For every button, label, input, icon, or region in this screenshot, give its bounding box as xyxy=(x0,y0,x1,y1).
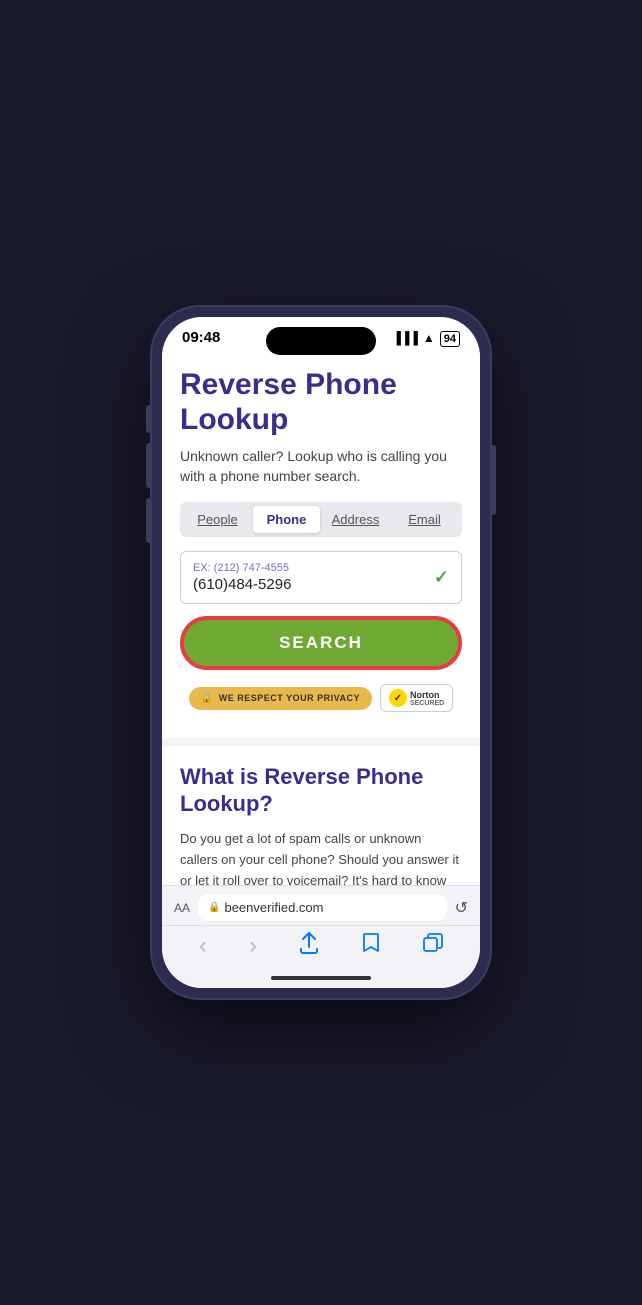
phone-input-value: (610)484-5296 xyxy=(193,576,449,593)
tab-people[interactable]: People xyxy=(184,506,251,533)
home-bar xyxy=(271,976,371,980)
dynamic-island xyxy=(266,327,376,355)
lock-icon: 🔒 xyxy=(201,693,214,704)
search-input-container[interactable]: EX: (212) 747-4555 (610)484-5296 ✓ xyxy=(180,551,462,604)
section-body: Do you get a lot of spam calls or unknow… xyxy=(180,829,462,885)
privacy-badge: 🔒 WE RESPECT YOUR PRIVACY xyxy=(189,687,372,710)
volume-up-button[interactable] xyxy=(146,443,150,488)
search-button[interactable]: SEARCH xyxy=(180,616,462,670)
tab-email[interactable]: Email xyxy=(391,506,458,533)
battery-icon: 94 xyxy=(440,331,460,345)
power-button[interactable] xyxy=(492,445,496,515)
nav-share-button[interactable] xyxy=(299,932,319,960)
status-icons: ▐▐▐ ▲ 94 xyxy=(392,331,460,345)
volume-down-button[interactable] xyxy=(146,498,150,543)
browser-reload-button[interactable]: ↺ xyxy=(455,898,468,918)
badges-row: 🔒 WE RESPECT YOUR PRIVACY ✓ Norton SECUR… xyxy=(180,684,462,718)
norton-badge: ✓ Norton SECURED xyxy=(380,684,453,712)
browser-aa-button[interactable]: AA xyxy=(174,901,190,915)
mute-button[interactable] xyxy=(146,405,150,433)
page-title: Reverse Phone Lookup xyxy=(180,368,462,437)
section-title: What is Reverse Phone Lookup? xyxy=(180,764,462,817)
nav-bookmarks-button[interactable] xyxy=(361,932,381,960)
input-valid-checkmark: ✓ xyxy=(434,567,449,588)
battery-level: 94 xyxy=(440,331,460,347)
nav-forward-button[interactable]: › xyxy=(249,932,257,960)
privacy-badge-label: WE RESPECT YOUR PRIVACY xyxy=(219,693,360,703)
nav-back-button[interactable]: ‹ xyxy=(199,932,207,960)
browser-lock-icon: 🔒 xyxy=(208,902,220,913)
signal-icon: ▐▐▐ xyxy=(392,331,418,345)
browser-url-container[interactable]: 🔒 beenverified.com xyxy=(198,894,447,921)
scroll-content[interactable]: Reverse Phone Lookup Unknown caller? Loo… xyxy=(162,352,480,885)
norton-checkmark-icon: ✓ xyxy=(389,689,407,707)
home-indicator xyxy=(162,970,480,988)
top-section: Reverse Phone Lookup Unknown caller? Loo… xyxy=(162,352,480,738)
info-section: What is Reverse Phone Lookup? Do you get… xyxy=(162,746,480,885)
wifi-icon: ▲ xyxy=(423,331,435,345)
norton-sublabel: SECURED xyxy=(410,700,444,707)
tabs-container: People Phone Address Email xyxy=(180,502,462,537)
norton-label: Norton xyxy=(410,690,440,700)
section-title-end: Lookup? xyxy=(180,791,273,816)
nav-tabs-button[interactable] xyxy=(423,933,443,959)
browser-url-text: beenverified.com xyxy=(224,900,323,915)
section-title-bold: Phone xyxy=(356,764,423,789)
browser-bar: AA 🔒 beenverified.com ↺ xyxy=(162,885,480,925)
tab-phone[interactable]: Phone xyxy=(253,506,320,533)
phone-frame: 09:48 ▐▐▐ ▲ 94 Reverse Phone Lookup Unkn… xyxy=(150,305,492,1000)
input-example-label: EX: (212) 747-4555 xyxy=(193,562,449,574)
tab-address[interactable]: Address xyxy=(322,506,389,533)
bottom-navigation: ‹ › xyxy=(162,925,480,970)
page-subtitle: Unknown caller? Lookup who is calling yo… xyxy=(180,447,462,486)
section-title-normal: What is Reverse xyxy=(180,764,356,789)
status-time: 09:48 xyxy=(182,329,220,346)
phone-screen: 09:48 ▐▐▐ ▲ 94 Reverse Phone Lookup Unkn… xyxy=(162,317,480,988)
